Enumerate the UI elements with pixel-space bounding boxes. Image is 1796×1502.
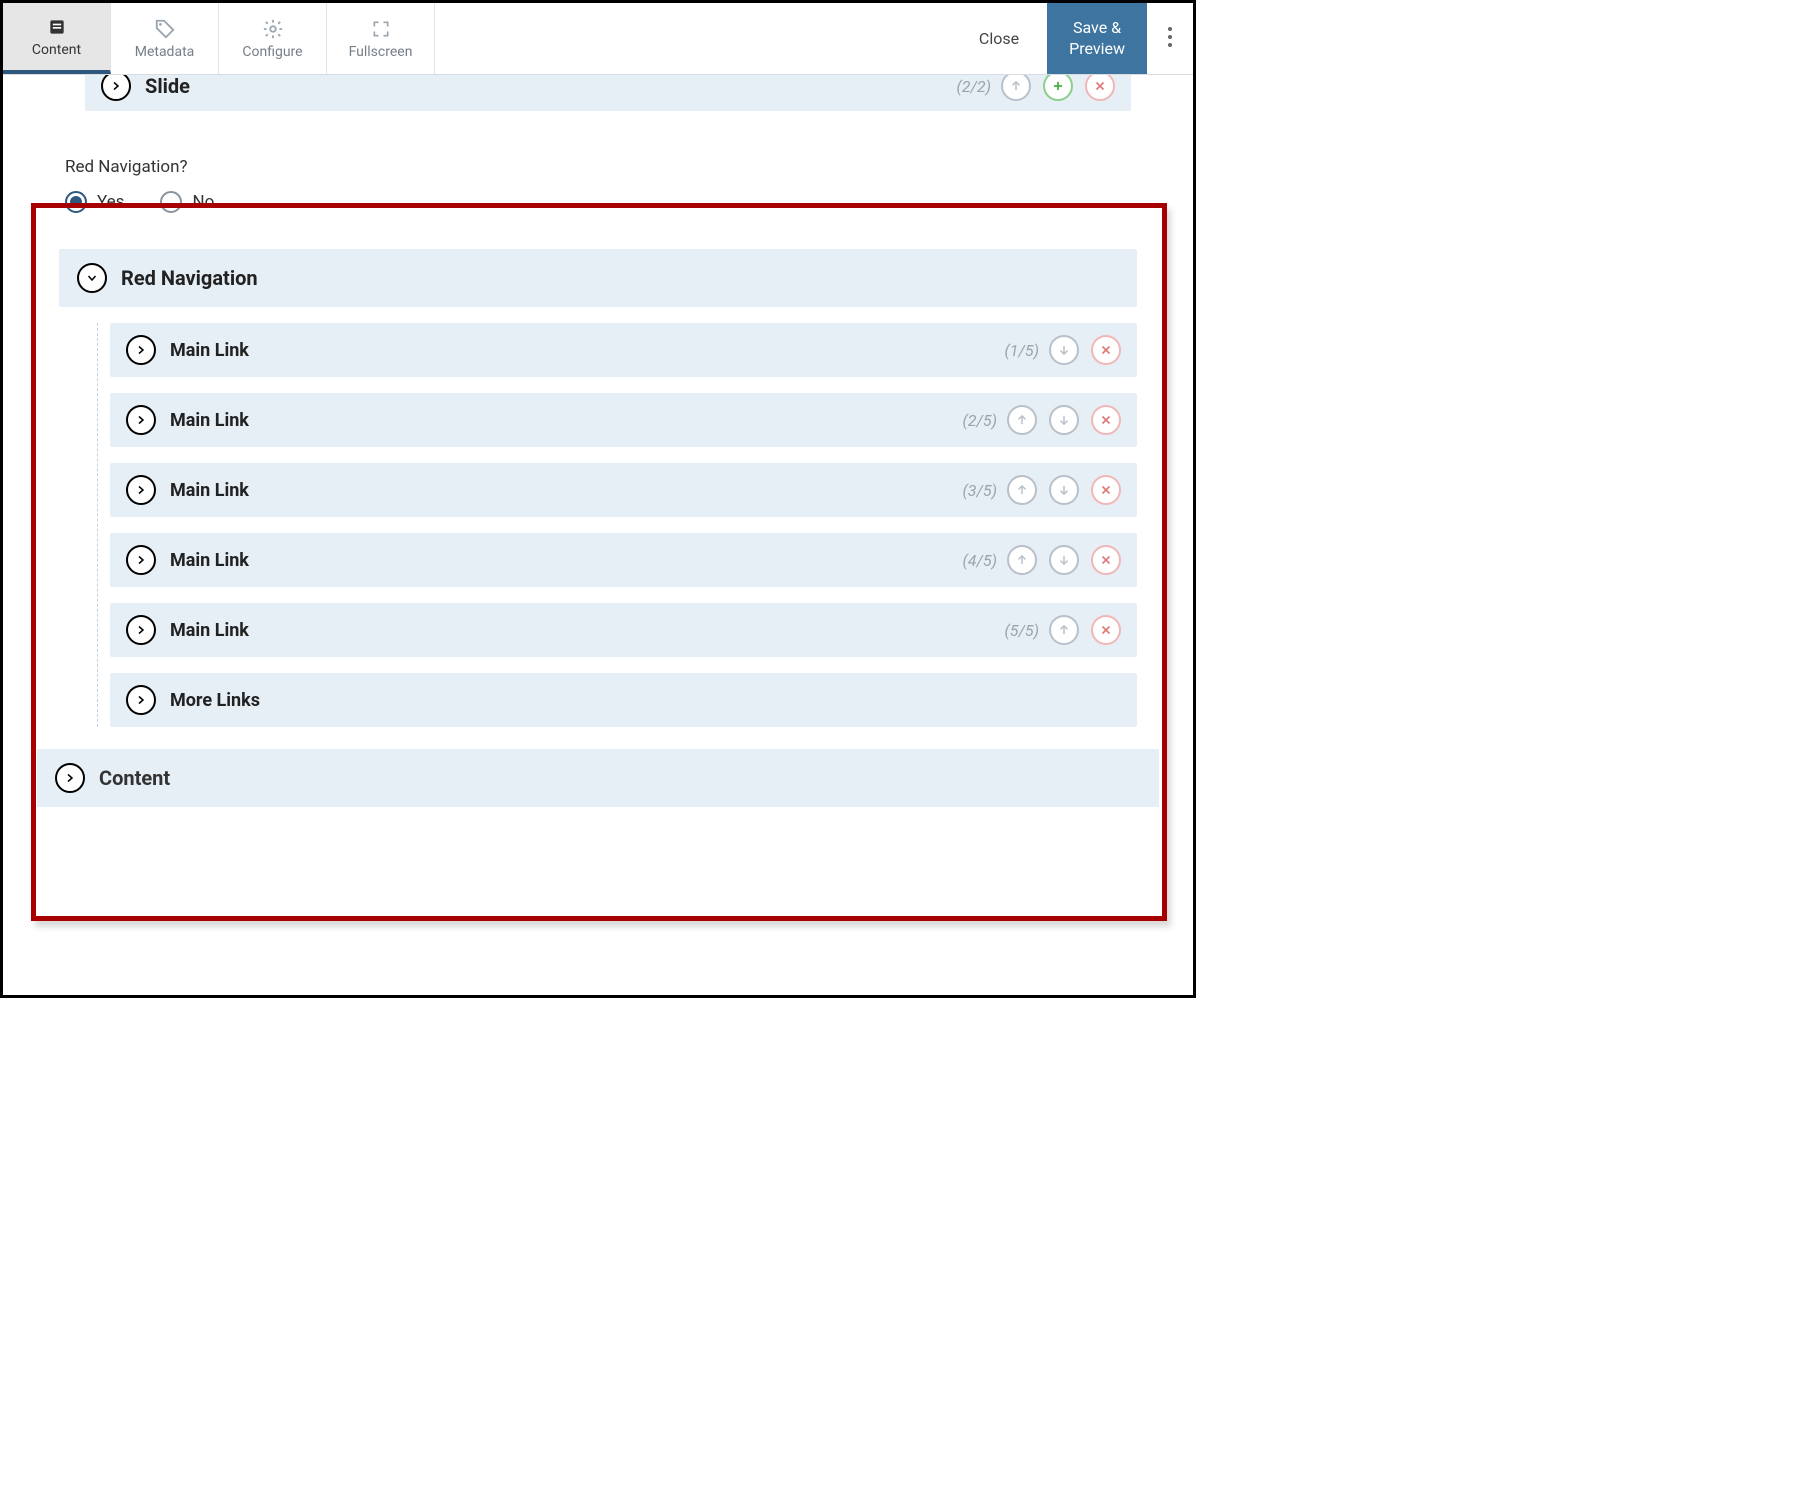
expand-icon[interactable] [126,685,156,715]
more-links-row[interactable]: More Links [110,673,1137,727]
move-up-icon[interactable] [1049,615,1079,645]
move-down-icon[interactable] [1049,335,1079,365]
delete-icon[interactable] [1091,335,1121,365]
link-count: (3/5) [962,481,997,500]
tab-label: Fullscreen [349,44,413,60]
main-link-list: Main Link (1/5) Main Link (2/5) Main Link (3/… [97,323,1137,727]
tag-icon [154,18,176,40]
fullscreen-icon [370,18,392,40]
radio-dot-icon [65,191,87,213]
link-title: Main Link [170,620,249,641]
save-label: Save & Preview [1069,18,1125,60]
expand-icon[interactable] [126,545,156,575]
radio-yes-label: Yes [97,192,124,212]
content-title: Content [99,766,170,790]
delete-icon[interactable] [1091,615,1121,645]
delete-icon[interactable] [1091,405,1121,435]
content-icon [46,16,68,38]
expand-icon[interactable] [126,405,156,435]
main-link-row[interactable]: Main Link (1/5) [110,323,1137,377]
slide-panel[interactable]: Slide (2/2) [85,75,1131,111]
move-up-icon[interactable] [1007,545,1037,575]
content-panel[interactable]: Content [37,749,1159,807]
section-title: Red Navigation [121,266,258,290]
radio-dot-icon [160,191,182,213]
content-area: Slide (2/2) Red Navigation? Yes [3,75,1193,995]
main-link-row[interactable]: Main Link (2/5) [110,393,1137,447]
expand-icon[interactable] [126,475,156,505]
link-count: (5/5) [1004,621,1039,640]
expand-icon[interactable] [126,335,156,365]
link-count: (1/5) [1004,341,1039,360]
move-up-icon[interactable] [1007,405,1037,435]
tab-metadata[interactable]: Metadata [111,3,219,74]
move-down-icon[interactable] [1049,475,1079,505]
tab-label: Metadata [135,44,195,60]
close-label: Close [979,29,1019,48]
more-menu-button[interactable] [1147,3,1193,74]
move-up-icon[interactable] [1007,475,1037,505]
main-link-row[interactable]: Main Link (3/5) [110,463,1137,517]
tab-label: Configure [242,44,302,60]
question-label: Red Navigation? [65,157,1141,177]
link-count: (4/5) [962,551,997,570]
delete-icon[interactable] [1085,75,1115,101]
collapse-icon[interactable] [77,263,107,293]
close-button[interactable]: Close [951,3,1047,74]
delete-icon[interactable] [1091,545,1121,575]
link-count: (2/5) [962,411,997,430]
radio-yes[interactable]: Yes [65,191,124,213]
tab-configure[interactable]: Configure [219,3,327,74]
expand-icon[interactable] [101,75,131,101]
kebab-icon [1167,26,1173,52]
tab-label: Content [32,42,81,58]
link-title: Main Link [170,410,249,431]
red-nav-question: Red Navigation? Yes No [37,127,1159,223]
radio-no-label: No [192,192,214,212]
slide-title: Slide [145,75,190,98]
link-title: Main Link [170,550,249,571]
link-title: Main Link [170,480,249,501]
red-navigation-section[interactable]: Red Navigation [59,249,1137,307]
more-links-title: More Links [170,690,260,711]
slide-count: (2/2) [956,77,991,96]
delete-icon[interactable] [1091,475,1121,505]
main-link-row[interactable]: Main Link (5/5) [110,603,1137,657]
tab-fullscreen[interactable]: Fullscreen [327,3,435,74]
expand-icon[interactable] [55,763,85,793]
add-icon[interactable] [1043,75,1073,101]
move-down-icon[interactable] [1049,405,1079,435]
radio-no[interactable]: No [160,191,214,213]
tab-content[interactable]: Content [3,3,111,74]
editor-toolbar: Content Metadata Configure Fullscreen Cl… [3,3,1193,75]
link-title: Main Link [170,340,249,361]
save-preview-button[interactable]: Save & Preview [1047,3,1147,74]
move-up-icon[interactable] [1001,75,1031,101]
expand-icon[interactable] [126,615,156,645]
gear-icon [262,18,284,40]
move-down-icon[interactable] [1049,545,1079,575]
main-link-row[interactable]: Main Link (4/5) [110,533,1137,587]
